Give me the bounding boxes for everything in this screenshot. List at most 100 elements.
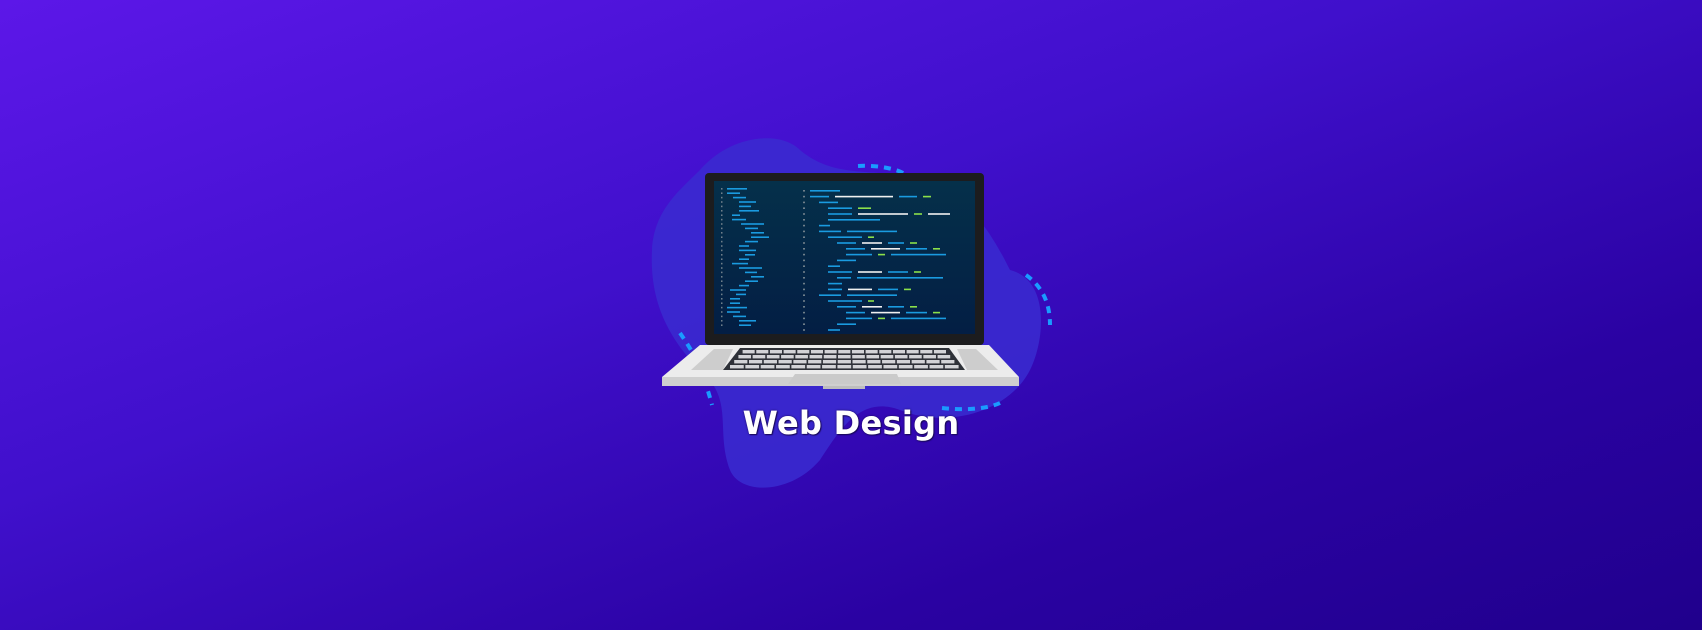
keyboard-key [783,350,796,354]
code-token [736,293,746,296]
code-token [891,253,946,256]
code-token [732,218,746,221]
keyboard-key [791,365,806,369]
code-token [871,248,900,250]
code-token [858,213,908,215]
code-token [828,207,852,209]
code-token [857,277,943,279]
code-token [906,248,927,250]
keyboard-key [752,355,766,359]
line-number [721,214,723,216]
line-number [721,271,723,274]
code-token [837,259,856,262]
code-token [828,288,842,291]
line-number [803,219,805,221]
line-number [721,210,723,212]
keyboard-key [810,350,823,354]
keyboard-key [808,360,822,364]
keyboard-key [822,360,837,364]
keyboard-key [883,365,898,369]
code-token [739,320,756,322]
code-token [733,315,746,318]
line-number [803,271,805,273]
line-number [803,300,805,302]
line-number [721,196,723,199]
code-token [739,210,759,212]
code-token [858,271,882,273]
line-number [803,294,805,296]
line-number [721,258,723,260]
code-token [888,242,904,244]
keyboard-key [795,355,808,359]
keyboard-key [823,355,837,359]
line-number [803,236,805,238]
code-token [891,317,946,320]
code-token [828,219,880,221]
line-number [803,224,805,227]
line-number [803,213,805,215]
laptop-screen [714,181,975,334]
code-token [739,249,756,252]
line-number [721,240,723,243]
line-number [803,329,805,331]
code-token [732,262,748,265]
line-number [721,302,723,304]
keyboard-key [852,355,865,359]
code-token [910,242,917,244]
keyboard-key [914,365,928,369]
keyboard-key [929,365,944,369]
code-token [835,195,893,198]
line-number [721,249,723,252]
keyboard-key [882,360,896,364]
line-number [721,236,723,238]
code-token [847,230,897,233]
line-number [721,201,723,203]
keyboard-key [730,365,744,369]
banner-title: Web Design [742,404,960,442]
keyboard-key [851,350,864,354]
code-token [846,311,865,314]
code-token [751,236,769,238]
keyboard-key [806,365,821,369]
keyboard-key [809,355,823,359]
line-number [721,218,723,221]
code-token [848,288,872,291]
line-number [721,280,723,282]
keyboard-key [837,360,851,364]
keyboard-key [769,350,782,354]
keyboard-key [763,360,777,364]
code-token [888,306,904,308]
code-token [923,195,931,198]
keyboard-key [926,360,940,364]
code-token [837,323,856,325]
line-number [721,289,723,291]
line-number [721,311,723,313]
keyboard-key [865,350,878,354]
keyboard-key [838,350,851,354]
code-token [914,213,922,215]
code-token [899,195,917,198]
code-token [846,248,865,250]
line-number [721,315,723,318]
code-token [862,306,882,308]
keyboard-key [880,355,894,359]
laptop-notch [823,386,865,389]
keyboard-key [760,365,775,369]
line-number [721,324,723,326]
line-number [803,277,805,279]
code-token [878,317,885,320]
code-token [745,227,758,230]
code-token [928,213,950,215]
keyboard-key [781,355,794,359]
line-number [721,276,723,278]
code-token [828,213,852,215]
code-token [727,192,740,194]
code-token [837,277,851,279]
line-number [721,284,723,287]
code-token [828,300,862,302]
code-token [810,195,829,198]
code-token [828,282,842,285]
code-token [904,288,911,291]
code-token [745,240,758,243]
code-token [837,306,856,308]
